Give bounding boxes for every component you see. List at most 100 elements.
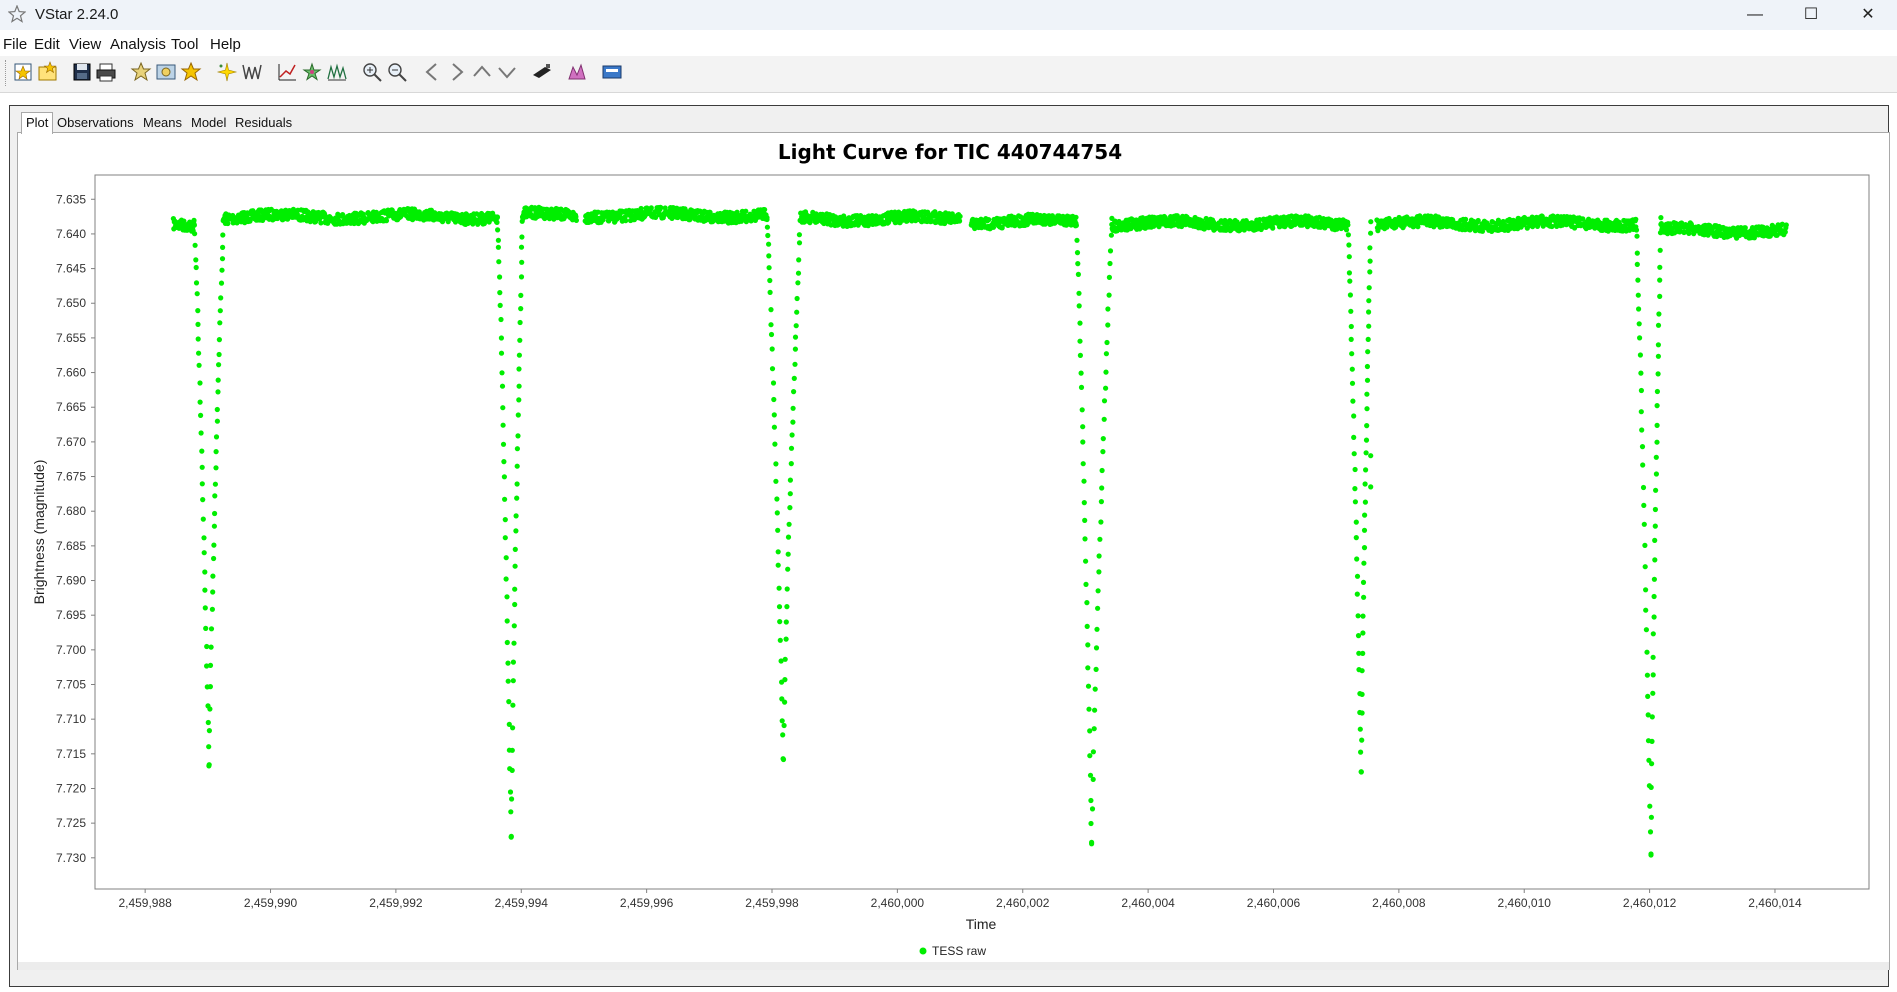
data-point [1099, 485, 1105, 491]
menu-view[interactable]: View [69, 36, 101, 53]
data-point [1348, 323, 1354, 330]
y-tick-label: 7.685 [56, 539, 86, 553]
zoom-out-icon[interactable] [386, 61, 408, 83]
data-point [207, 684, 213, 690]
print-icon[interactable] [95, 61, 117, 83]
pan-up-icon[interactable] [471, 61, 493, 83]
data-point [1085, 642, 1091, 648]
data-point [495, 237, 501, 243]
data-point [1634, 233, 1640, 239]
obs-details-icon[interactable] [130, 61, 152, 83]
open-star-icon[interactable] [37, 61, 59, 83]
data-point [1652, 523, 1658, 529]
data-point [495, 227, 501, 233]
data-point [208, 626, 215, 632]
filter-icon[interactable] [531, 61, 553, 83]
data-point [213, 449, 219, 455]
data-point [1078, 384, 1085, 390]
data-point [785, 534, 792, 540]
x-axis-label: Time [966, 916, 997, 932]
minimize-button[interactable]: — [1727, 0, 1783, 30]
data-point [212, 493, 218, 499]
data-point [787, 477, 794, 483]
data-point [1359, 737, 1365, 743]
data-point [776, 585, 782, 591]
tab-model[interactable]: Model [187, 113, 230, 133]
data-point [1363, 467, 1369, 473]
data-point [1353, 519, 1359, 525]
polyfit-icon[interactable] [276, 61, 298, 83]
tab-observations[interactable]: Observations [53, 113, 138, 133]
data-point [1075, 261, 1081, 267]
data-point [210, 589, 216, 595]
data-point [648, 205, 654, 211]
data-point [1352, 486, 1358, 492]
data-point [509, 767, 515, 774]
data-point [1364, 406, 1370, 412]
data-point [215, 377, 221, 383]
data-point [1636, 321, 1642, 327]
data-point [518, 274, 525, 280]
zoom-in-icon[interactable] [361, 61, 383, 83]
data-point [198, 430, 204, 436]
menu-tool[interactable]: Tool [171, 36, 199, 53]
data-point [519, 259, 525, 265]
data-point [1085, 665, 1091, 671]
data-point [1091, 726, 1097, 732]
data-point [1638, 370, 1644, 376]
data-point [1348, 308, 1354, 314]
data-point [215, 389, 221, 395]
image-icon[interactable] [155, 61, 177, 83]
data-point [1100, 449, 1106, 455]
pan-down-icon[interactable] [496, 61, 518, 83]
data-point [1073, 222, 1079, 228]
fourier-icon[interactable] [326, 61, 348, 83]
close-button[interactable]: ✕ [1840, 0, 1896, 30]
light-curve-chart[interactable]: Light Curve for TIC 440744754 7.635 7.640… [18, 133, 1889, 962]
data-point [775, 562, 781, 568]
menu-file[interactable]: File [3, 36, 27, 53]
pan-left-icon[interactable] [421, 61, 443, 83]
data-point [1366, 323, 1372, 329]
data-point [1092, 686, 1098, 692]
pan-right-icon[interactable] [446, 61, 468, 83]
new-star-icon[interactable] [13, 61, 35, 83]
data-point [1637, 352, 1643, 358]
data-point [1640, 484, 1647, 491]
data-point [202, 605, 208, 611]
menu-help[interactable]: Help [210, 36, 241, 53]
data-point [777, 619, 783, 625]
info-icon[interactable] [601, 61, 623, 83]
star-favorite-icon[interactable] [180, 61, 202, 83]
data-point [1346, 270, 1352, 276]
menu-edit[interactable]: Edit [34, 36, 60, 53]
x-tick-label: 2,459,992 [369, 896, 423, 910]
data-point [1361, 560, 1367, 566]
data-point [786, 521, 792, 527]
wave-icon[interactable] [241, 61, 263, 83]
data-point [193, 264, 199, 271]
data-point [516, 366, 522, 372]
data-point [216, 351, 222, 358]
plugin-icon[interactable] [566, 61, 588, 83]
tab-plot[interactable]: Plot [21, 112, 54, 134]
maximize-button[interactable]: ☐ [1783, 0, 1839, 30]
data-point [1076, 303, 1082, 309]
sparkle-icon[interactable] [216, 61, 238, 83]
y-tick-label: 7.660 [56, 366, 86, 380]
data-point [1644, 672, 1650, 678]
data-point [1093, 645, 1100, 651]
save-icon[interactable] [71, 61, 93, 83]
data-point [1642, 542, 1648, 548]
data-point [1686, 230, 1692, 236]
model-star-icon[interactable] [301, 61, 323, 83]
data-point [1084, 623, 1090, 629]
tab-residuals[interactable]: Residuals [231, 113, 296, 133]
data-point [1074, 250, 1081, 256]
data-point [623, 218, 629, 224]
tab-means[interactable]: Means [139, 113, 186, 133]
menu-analysis[interactable]: Analysis [110, 36, 166, 53]
toolbar-grip [5, 60, 8, 86]
data-point [498, 350, 505, 356]
data-point [519, 218, 525, 224]
